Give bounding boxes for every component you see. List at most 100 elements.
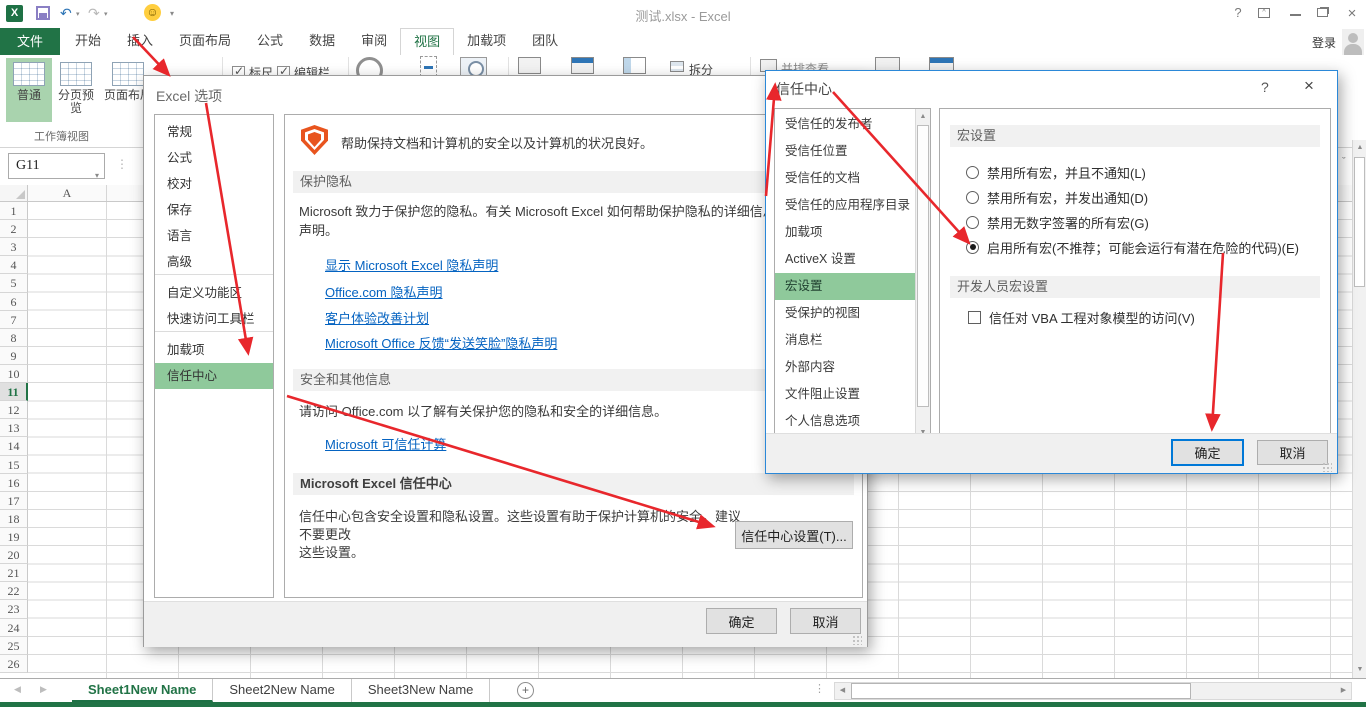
- row-header[interactable]: 1: [0, 202, 28, 220]
- sheet-nav-right-icon[interactable]: ▶: [40, 684, 47, 695]
- undo-caret-icon[interactable]: ▾: [76, 10, 80, 18]
- scroll-up-icon[interactable]: ▲: [1353, 140, 1366, 155]
- trust-nav-item[interactable]: 文件阻止设置: [775, 381, 916, 408]
- freeze-panes-icon[interactable]: [623, 57, 646, 74]
- row-header[interactable]: 2: [0, 220, 28, 238]
- ceip-link[interactable]: 客户体验改善计划: [325, 308, 429, 327]
- name-box[interactable]: G11 ▾: [8, 153, 105, 179]
- row-header[interactable]: 23: [0, 600, 28, 618]
- row-header[interactable]: 24: [0, 619, 28, 637]
- vertical-scroll-thumb[interactable]: [1354, 157, 1365, 287]
- ribbon-tab[interactable]: 审阅: [348, 28, 400, 55]
- save-icon[interactable]: [36, 6, 50, 20]
- trust-cancel-button[interactable]: 取消: [1257, 440, 1328, 465]
- macro-option-radio[interactable]: 禁用无数字签署的所有宏(G): [966, 212, 1299, 232]
- trust-nav-item[interactable]: 个人信息选项: [775, 408, 916, 435]
- options-nav-item[interactable]: 公式: [155, 145, 273, 171]
- vba-access-checkbox[interactable]: 信任对 VBA 工程对象模型的访问(V): [968, 307, 1358, 327]
- trust-nav-item[interactable]: 宏设置: [775, 273, 916, 300]
- view-normal-button[interactable]: 普通: [6, 58, 52, 122]
- redo-icon[interactable]: ↷: [88, 4, 100, 22]
- options-nav-item[interactable]: 自定义功能区: [155, 280, 273, 306]
- ribbon-tab[interactable]: 加载项: [454, 28, 519, 55]
- row-header[interactable]: 6: [0, 293, 28, 311]
- options-nav-item[interactable]: 常规: [155, 119, 273, 145]
- arrange-all-icon[interactable]: [571, 57, 594, 74]
- trust-sidebar-scrollbar[interactable]: ▲ ▼: [915, 109, 930, 440]
- add-sheet-icon[interactable]: +: [517, 682, 534, 699]
- row-header[interactable]: 8: [0, 329, 28, 347]
- row-header[interactable]: 3: [0, 238, 28, 256]
- row-header[interactable]: 12: [0, 401, 28, 419]
- scroll-left-icon[interactable]: ◀: [835, 683, 850, 699]
- scroll-down-icon[interactable]: ▼: [1353, 662, 1366, 677]
- macro-option-radio[interactable]: 禁用所有宏，并发出通知(D): [966, 187, 1299, 207]
- restore-icon[interactable]: [1317, 8, 1328, 17]
- row-header[interactable]: 20: [0, 546, 28, 564]
- options-nav-item[interactable]: 语言: [155, 223, 273, 249]
- row-header[interactable]: 13: [0, 419, 28, 437]
- trust-nav-item[interactable]: 消息栏: [775, 327, 916, 354]
- row-header[interactable]: 5: [0, 274, 28, 292]
- scroll-right-icon[interactable]: ▶: [1336, 683, 1351, 699]
- row-header[interactable]: 25: [0, 637, 28, 655]
- sheet-tab[interactable]: Sheet2New Name: [213, 679, 352, 702]
- minimize-icon[interactable]: [1290, 14, 1301, 16]
- sheet-tab[interactable]: Sheet3New Name: [352, 679, 491, 702]
- trust-nav-item[interactable]: 受保护的视图: [775, 300, 916, 327]
- scroll-up-icon[interactable]: ▲: [916, 109, 930, 124]
- row-header[interactable]: 9: [0, 347, 28, 365]
- office-privacy-link[interactable]: Office.com 隐私声明: [325, 282, 443, 301]
- row-header[interactable]: 10: [0, 365, 28, 383]
- row-header[interactable]: 21: [0, 564, 28, 582]
- trustworthy-computing-link[interactable]: Microsoft 可信任计算: [325, 434, 446, 453]
- row-header[interactable]: 7: [0, 311, 28, 329]
- trust-nav-item[interactable]: 外部内容: [775, 354, 916, 381]
- ribbon-tab[interactable]: 开始: [62, 28, 114, 55]
- ribbon-tab[interactable]: 插入: [114, 28, 166, 55]
- row-header[interactable]: 16: [0, 474, 28, 492]
- new-window-icon[interactable]: [518, 57, 541, 74]
- trust-help-icon[interactable]: ?: [1261, 79, 1269, 95]
- options-nav-item[interactable]: 信任中心: [155, 363, 273, 389]
- options-cancel-button[interactable]: 取消: [790, 608, 861, 634]
- sign-in-link[interactable]: 登录: [1312, 34, 1336, 51]
- row-header[interactable]: 15: [0, 456, 28, 474]
- sheet-tab[interactable]: Sheet1New Name: [72, 679, 213, 702]
- ribbon-tab[interactable]: 公式: [244, 28, 296, 55]
- trust-nav-item[interactable]: 受信任的应用程序目录: [775, 192, 916, 219]
- split-icon[interactable]: [670, 61, 684, 72]
- resize-grip[interactable]: [852, 635, 862, 645]
- ribbon-tab[interactable]: 页面布局: [166, 28, 244, 55]
- undo-icon[interactable]: ↶: [60, 4, 72, 22]
- trust-ok-button[interactable]: 确定: [1171, 439, 1244, 466]
- horizontal-scrollbar[interactable]: ◀ ▶: [834, 682, 1352, 700]
- tab-file[interactable]: 文件: [0, 28, 60, 55]
- trust-nav-item[interactable]: 受信任的发布者: [775, 111, 916, 138]
- resize-grip[interactable]: [1322, 462, 1332, 472]
- ribbon-tab[interactable]: 数据: [296, 28, 348, 55]
- trust-close-icon[interactable]: ×: [1304, 76, 1314, 96]
- options-nav-item[interactable]: 加载项: [155, 337, 273, 363]
- options-nav-item[interactable]: 保存: [155, 197, 273, 223]
- help-icon[interactable]: ?: [1226, 5, 1250, 20]
- row-header[interactable]: 18: [0, 510, 28, 528]
- trust-nav-item[interactable]: ActiveX 设置: [775, 246, 916, 273]
- zoom-100-icon[interactable]: [420, 56, 437, 77]
- trust-nav-item[interactable]: 受信任位置: [775, 138, 916, 165]
- sheet-nav-left-icon[interactable]: ◀: [14, 684, 21, 695]
- select-all-corner[interactable]: [0, 185, 28, 202]
- options-nav-item[interactable]: 高级: [155, 249, 273, 275]
- row-header[interactable]: 26: [0, 655, 28, 673]
- options-ok-button[interactable]: 确定: [706, 608, 777, 634]
- ribbon-tab[interactable]: 团队: [519, 28, 571, 55]
- row-header[interactable]: 22: [0, 582, 28, 600]
- macro-option-radio[interactable]: 禁用所有宏，并且不通知(L): [966, 162, 1299, 182]
- close-icon[interactable]: ×: [1340, 5, 1364, 22]
- row-header[interactable]: 19: [0, 528, 28, 546]
- vertical-scrollbar[interactable]: ▲ ▼: [1352, 140, 1366, 678]
- macro-option-radio[interactable]: 启用所有宏(不推荐；可能会运行有潜在危险的代码)(E): [966, 237, 1299, 257]
- qat-customize-icon[interactable]: ▾: [170, 9, 174, 18]
- trust-scroll-thumb[interactable]: [917, 125, 929, 407]
- privacy-statement-link[interactable]: 显示 Microsoft Excel 隐私声明: [325, 255, 498, 274]
